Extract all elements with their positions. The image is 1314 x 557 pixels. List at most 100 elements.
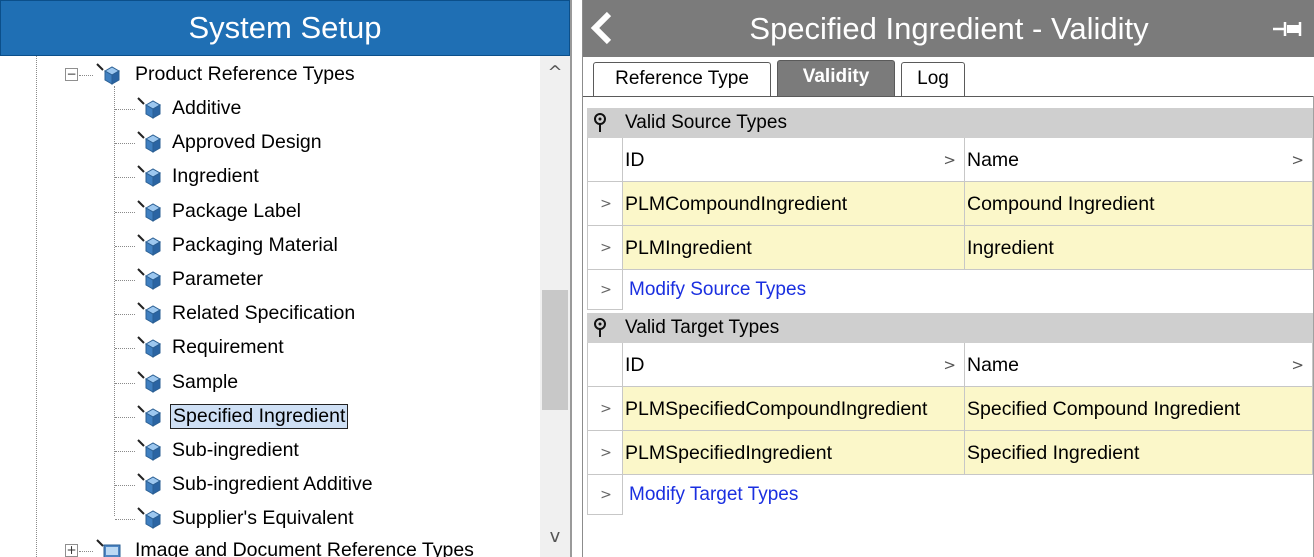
tree-node-package-label[interactable]: Package Label: [0, 195, 540, 229]
tree-node-ingredient[interactable]: Ingredient: [0, 160, 540, 194]
cube-icon: [137, 336, 162, 359]
tree-node-supplier-s-equivalent[interactable]: Supplier's Equivalent: [0, 502, 540, 536]
system-setup-pane: System Setup − Product Reference Types A…: [0, 0, 572, 557]
column-header-id[interactable]: ID >: [623, 343, 965, 387]
scroll-up-icon[interactable]: ^: [540, 58, 570, 88]
tree-node-image-and-document-reference-types[interactable]: + Image and Document Reference Types: [0, 534, 540, 557]
cell-name[interactable]: Ingredient: [965, 226, 1313, 270]
tree-node-additive[interactable]: Additive: [0, 92, 540, 126]
column-label: ID: [625, 149, 645, 171]
tab-label: Log: [917, 68, 949, 89]
tab-label: Validity: [802, 66, 870, 87]
tree-node-sub-ingredient[interactable]: Sub-ingredient: [0, 434, 540, 468]
tree-node-label: Sub-ingredient Additive: [172, 473, 373, 496]
tree-node-label: Product Reference Types: [135, 63, 355, 85]
column-label: Name: [967, 149, 1020, 171]
section-title: Valid Source Types: [625, 112, 787, 133]
tree-node-parameter[interactable]: Parameter: [0, 263, 540, 297]
table-row[interactable]: > PLMIngredient Ingredient: [587, 226, 1313, 270]
cube-icon: [137, 473, 162, 496]
cell-id[interactable]: PLMIngredient: [623, 226, 965, 270]
pushpin-icon[interactable]: [593, 318, 607, 338]
cube-icon: [137, 234, 162, 256]
tree-node-product-reference-types[interactable]: − Product Reference Types: [0, 58, 540, 92]
column-header-id[interactable]: ID >: [623, 138, 965, 182]
cell-name[interactable]: Specified Ingredient: [965, 431, 1313, 475]
cube-icon: [137, 370, 162, 393]
tree-node-related-specification[interactable]: Related Specification: [0, 297, 540, 331]
pin-icon[interactable]: [1273, 20, 1305, 38]
tree-scrollbar[interactable]: ^ v: [540, 56, 570, 557]
tree-node-approved-design[interactable]: Approved Design: [0, 126, 540, 160]
section-title: Valid Target Types: [625, 317, 780, 338]
cube-icon: [137, 199, 162, 222]
tree-node-sample[interactable]: Sample: [0, 366, 540, 400]
cell-id[interactable]: PLMSpecifiedIngredient: [623, 431, 965, 475]
cell-name[interactable]: Compound Ingredient: [965, 182, 1313, 226]
tree-node-sub-ingredient-additive[interactable]: Sub-ingredient Additive: [0, 468, 540, 502]
target-types-header[interactable]: Valid Target Types: [587, 313, 1313, 343]
validity-header: Specified Ingredient - Validity: [583, 0, 1314, 57]
tree-node-label: Requirement: [172, 336, 284, 359]
validity-pane: Specified Ingredient - Validity Referenc…: [582, 0, 1314, 557]
tree-node-label: Specified Ingredient: [170, 403, 349, 429]
image-folder-icon: [96, 539, 121, 557]
cube-icon: [137, 268, 162, 290]
column-header-name[interactable]: Name >: [965, 343, 1313, 387]
column-label: ID: [625, 354, 645, 376]
tree-node-label: Sample: [172, 370, 239, 393]
tree-node-requirement[interactable]: Requirement: [0, 331, 540, 365]
modify-source-row: > Modify Source Types: [587, 270, 1313, 310]
tree-node-label: Sub-ingredient: [172, 439, 299, 461]
tree-node-label: Ingredient: [172, 165, 259, 188]
sort-icon[interactable]: >: [1291, 343, 1304, 386]
modify-source-types-link[interactable]: Modify Source Types: [629, 270, 806, 310]
cube-icon: [137, 165, 162, 188]
table-row[interactable]: > PLMSpecifiedIngredient Specified Ingre…: [587, 431, 1313, 475]
cell-id[interactable]: PLMCompoundIngredient: [623, 182, 965, 226]
tree-node-label: Related Specification: [172, 302, 356, 325]
cube-icon: [137, 439, 162, 461]
tree-node-label: Image and Document Reference Types: [135, 539, 474, 557]
tree-node-specified-ingredient[interactable]: Specified Ingredient: [0, 400, 540, 434]
row-expand-icon[interactable]: >: [587, 387, 623, 431]
tab-log[interactable]: Log: [901, 62, 965, 96]
row-expand-icon[interactable]: >: [587, 226, 623, 270]
sort-icon[interactable]: >: [1291, 138, 1304, 181]
cell-name[interactable]: Specified Compound Ingredient: [965, 387, 1313, 431]
scroll-down-icon[interactable]: v: [540, 522, 570, 552]
row-expand-icon[interactable]: >: [587, 431, 623, 475]
source-types-header[interactable]: Valid Source Types: [587, 108, 1313, 138]
modify-target-types-link[interactable]: Modify Target Types: [629, 475, 798, 515]
grid-header-row: ID > Name >: [587, 343, 1313, 387]
folder-cube-icon: [96, 63, 121, 85]
modify-target-row: > Modify Target Types: [587, 475, 1313, 515]
tab-validity[interactable]: Validity: [777, 60, 895, 96]
cube-icon: [137, 507, 162, 530]
scrollbar-thumb[interactable]: [542, 290, 568, 410]
cube-icon: [137, 405, 162, 427]
table-row[interactable]: > PLMSpecifiedCompoundIngredient Specifi…: [587, 387, 1313, 431]
cell-id[interactable]: PLMSpecifiedCompoundIngredient: [623, 387, 965, 431]
tab-reference-type[interactable]: Reference Type: [593, 62, 771, 96]
cube-icon: [137, 302, 162, 325]
tree-node-label: Package Label: [172, 199, 302, 222]
column-header-name[interactable]: Name >: [965, 138, 1313, 182]
tree-node-label: Supplier's Equivalent: [172, 507, 354, 530]
chevron-left-icon[interactable]: [587, 8, 617, 48]
tab-label: Reference Type: [615, 68, 749, 89]
cube-icon: [137, 131, 162, 154]
sort-icon[interactable]: >: [943, 343, 956, 386]
expand-icon[interactable]: +: [65, 544, 78, 557]
table-row[interactable]: > PLMCompoundIngredient Compound Ingredi…: [587, 182, 1313, 226]
tree-node-packaging-material[interactable]: Packaging Material: [0, 229, 540, 263]
row-expand-icon[interactable]: >: [587, 182, 623, 226]
cube-icon: [137, 97, 162, 119]
row-selector-header: [587, 343, 623, 387]
page-title: Specified Ingredient - Validity: [749, 11, 1149, 46]
row-expand-icon[interactable]: >: [587, 270, 623, 310]
sort-icon[interactable]: >: [943, 138, 956, 181]
collapse-icon[interactable]: −: [65, 68, 78, 81]
row-expand-icon[interactable]: >: [587, 475, 623, 515]
pushpin-icon[interactable]: [593, 113, 607, 133]
